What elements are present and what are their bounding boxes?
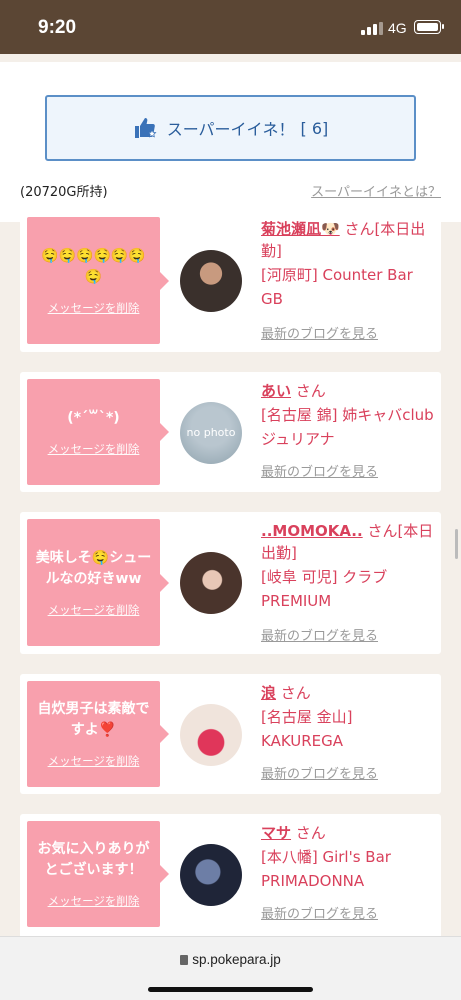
network-label: 4G [388,20,407,36]
delete-message-link[interactable]: メッセージを削除 [48,602,140,618]
shop-info[interactable]: [名古屋 金山] KAKUREGA [261,705,437,753]
shop-info[interactable]: [河原町] Counter Bar GB [261,263,437,311]
status-bar: 9:20 4G [0,0,461,54]
avatar[interactable]: no photo [180,402,242,464]
message-text: 自炊男子は素敵ですよ❣️ [37,701,150,738]
blog-link[interactable]: 最新のブログを見る [261,903,437,922]
profile-name-link[interactable]: 浪 [261,684,276,702]
super-like-count: [ 6] [300,118,329,138]
profile-name-link[interactable]: マサ [261,824,291,842]
signal-icon [361,22,383,35]
profile-name-link[interactable]: ..MOMOKA.. [261,522,363,540]
message-bubble: 美味しそ🤤シュールなの好きww メッセージを削除 [27,519,169,646]
message-bubble: 🤤🤤🤤🤤🤤🤤🤤 メッセージを削除 [27,217,169,344]
message-bubble: お気に入りありがとございます！ メッセージを削除 [27,821,169,927]
shop-info[interactable]: [岐阜 可児] クラブPREMIUM [261,565,437,613]
avatar[interactable] [180,704,242,766]
message-text: 🤤🤤🤤🤤🤤🤤🤤 [41,247,146,285]
delete-message-link[interactable]: メッセージを削除 [48,441,140,457]
delete-message-link[interactable]: メッセージを削除 [48,893,140,909]
about-super-like-link[interactable]: スーパーイイネとは？ [311,181,441,200]
lock-icon [180,955,189,965]
no-photo-label: no photo [186,426,236,439]
blog-link[interactable]: 最新のブログを見る [261,461,437,480]
avatar[interactable] [180,250,242,312]
scrollbar[interactable] [455,529,458,559]
list-item: 🤤🤤🤤🤤🤤🤤🤤 メッセージを削除 菊池瀬凪🐶 さん[本日出勤] [河原町] Co… [20,210,441,352]
points-holding: (20720G所持) [20,185,108,200]
name-suffix: さん [291,382,326,400]
shop-info[interactable]: [本八幡] Girl's Bar PRIMADONNA [261,845,437,893]
blog-link[interactable]: 最新のブログを見る [261,625,437,644]
message-text: お気に入りありがとございます！ [37,841,150,878]
profile-info: ..MOMOKA.. さん[本日出勤] [岐阜 可児] クラブPREMIUM 最… [261,520,437,644]
profile-name-link[interactable]: 菊池瀬凪🐶 [261,220,340,238]
browser-url-bar[interactable]: sp.pokepara.jp [0,936,461,1000]
list-item: お気に入りありがとございます！ メッセージを削除 マサ さん [本八幡] Gir… [20,814,441,936]
profile-info: 菊池瀬凪🐶 さん[本日出勤] [河原町] Counter Bar GB 最新のブ… [261,218,437,342]
profile-info: あい さん [名古屋 錦] 姉キャバclub ジュリアナ 最新のブログを見る [261,380,437,480]
name-suffix: さん [276,684,311,702]
list-item: 美味しそ🤤シュールなの好きww メッセージを削除 ..MOMOKA.. さん[本… [20,512,441,654]
blog-link[interactable]: 最新のブログを見る [261,763,437,782]
list-item: 自炊男子は素敵ですよ❣️ メッセージを削除 浪 さん [名古屋 金山] KAKU… [20,674,441,794]
message-bubble: (*´꒳`*) メッセージを削除 [27,379,169,485]
url-text: sp.pokepara.jp [192,952,281,967]
list-item: (*´꒳`*) メッセージを削除 no photo あい さん [名古屋 錦] … [20,372,441,492]
profile-info: マサ さん [本八幡] Girl's Bar PRIMADONNA 最新のブログ… [261,822,437,922]
home-indicator[interactable] [148,987,313,992]
status-time: 9:20 [38,17,77,38]
main-content: スーパーイイネ！ [ 6] (20720G所持) スーパーイイネとは？ 🤤🤤🤤🤤… [0,54,461,936]
delete-message-link[interactable]: メッセージを削除 [48,753,140,769]
avatar[interactable] [180,552,242,614]
message-bubble: 自炊男子は素敵ですよ❣️ メッセージを削除 [27,681,169,787]
thumbs-up-star-icon [134,118,157,138]
avatar[interactable] [180,844,242,906]
message-text: 美味しそ🤤シュールなの好きww [35,549,152,587]
message-text: (*´꒳`*) [67,409,120,426]
shop-info[interactable]: [名古屋 錦] 姉キャバclub ジュリアナ [261,403,437,451]
name-suffix: さん [291,824,326,842]
profile-info: 浪 さん [名古屋 金山] KAKUREGA 最新のブログを見る [261,682,437,782]
battery-icon [414,20,444,34]
super-like-button[interactable]: スーパーイイネ！ [ 6] [45,95,416,161]
profile-name-link[interactable]: あい [261,382,291,400]
super-like-label: スーパーイイネ！ [166,120,295,139]
blog-link[interactable]: 最新のブログを見る [261,323,437,342]
header-panel: スーパーイイネ！ [ 6] (20720G所持) スーパーイイネとは？ [0,62,461,222]
delete-message-link[interactable]: メッセージを削除 [48,300,140,316]
